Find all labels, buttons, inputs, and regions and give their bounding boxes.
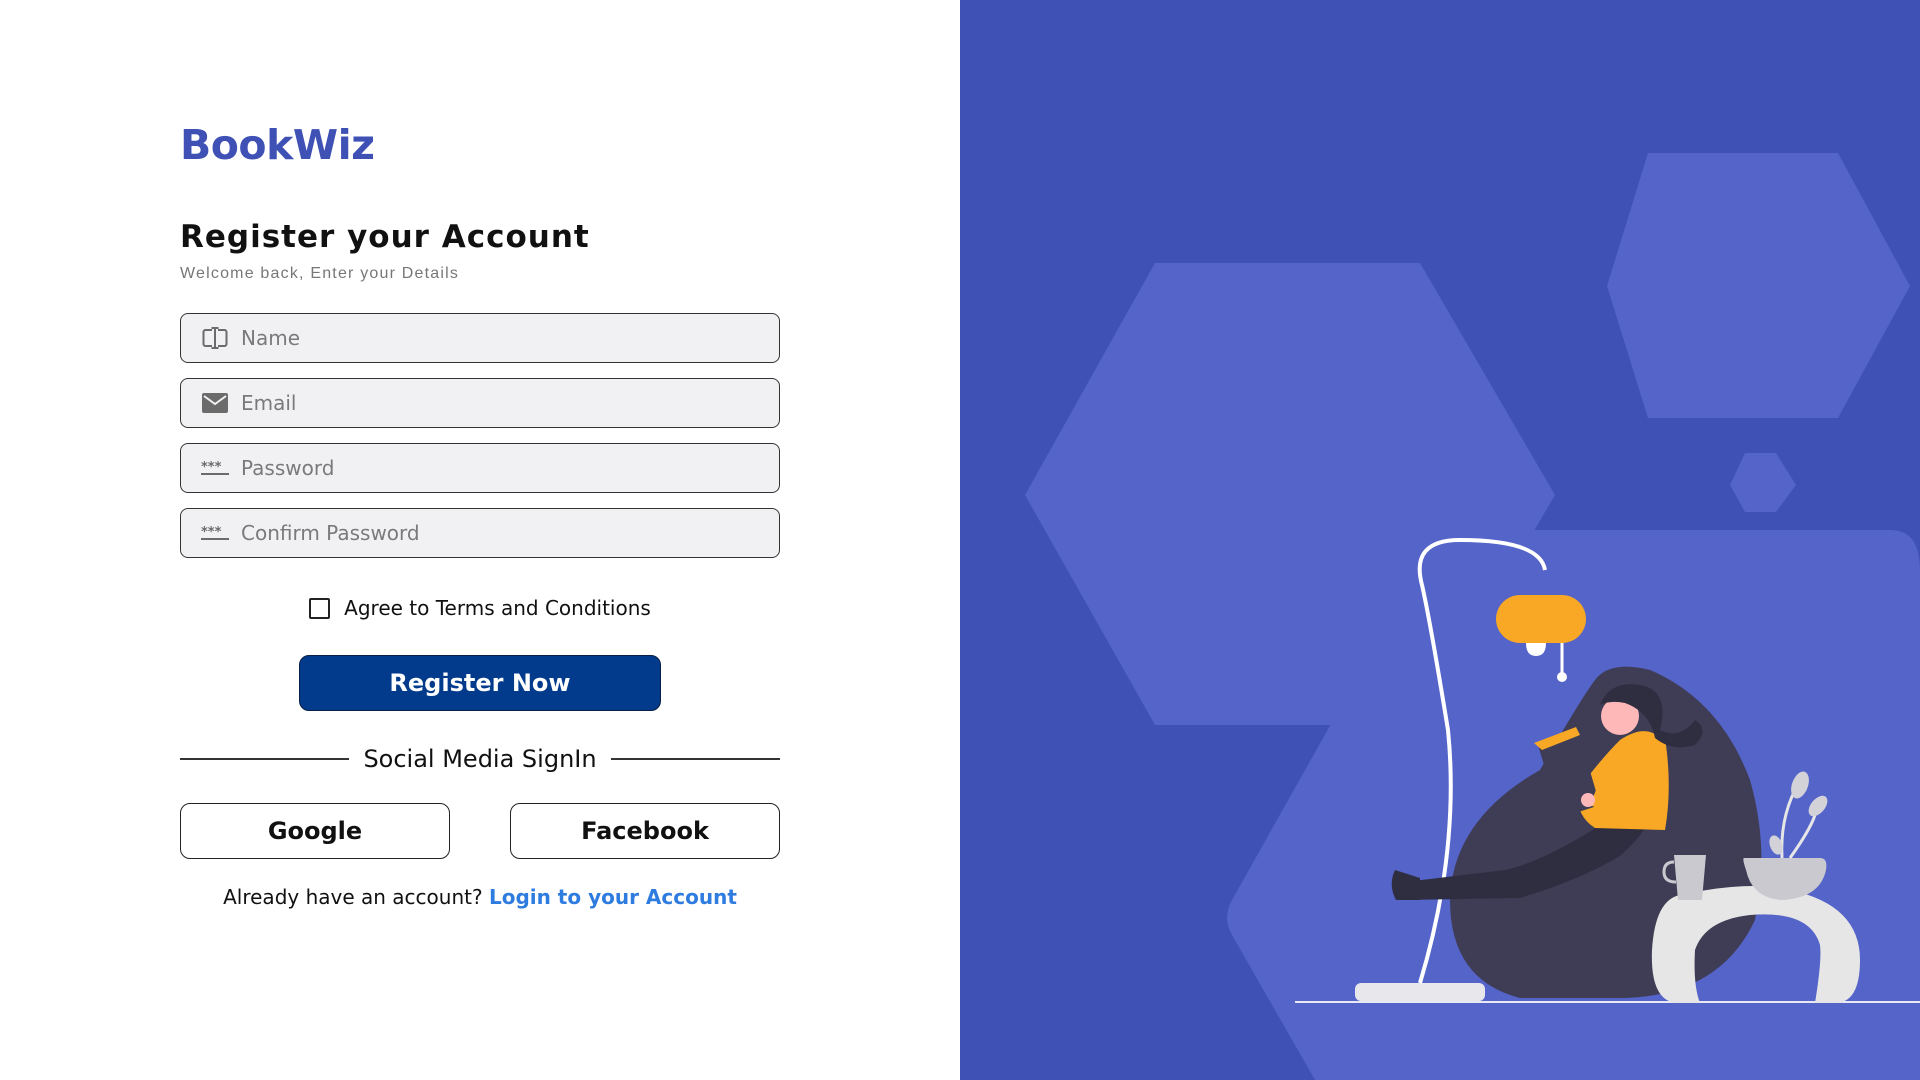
confirm-password-input[interactable] <box>229 509 779 557</box>
envelope-icon <box>201 389 229 417</box>
divider-line-left <box>180 758 350 760</box>
password-dots-icon: *** <box>201 454 229 482</box>
google-signin-button[interactable]: Google <box>180 803 450 859</box>
lamp-shade <box>1496 595 1586 643</box>
woman-reading-in-beanbag-illustration <box>1025 153 1920 1080</box>
confirm-password-field[interactable]: *** <box>180 508 780 558</box>
password-input[interactable] <box>229 444 779 492</box>
illustration-panel <box>960 0 1920 1080</box>
social-divider: Social Media SignIn <box>180 745 781 773</box>
lamp-chain-knob <box>1557 672 1567 682</box>
name-input[interactable] <box>229 314 779 362</box>
login-link[interactable]: Login to your Account <box>489 885 737 909</box>
social-divider-label: Social Media SignIn <box>363 745 597 773</box>
brand-logo[interactable]: BookWiz <box>180 125 780 166</box>
social-buttons: Google Facebook <box>180 803 780 859</box>
login-prompt: Already have an account? <box>223 885 483 909</box>
terms-label[interactable]: Agree to Terms and Conditions <box>344 596 651 620</box>
registration-panel: BookWiz Register your Account Welcome ba… <box>0 0 960 1080</box>
login-prompt-row: Already have an account? Login to your A… <box>180 885 780 909</box>
hexagon-shape <box>1607 153 1910 418</box>
mug <box>1674 855 1706 900</box>
registration-form: BookWiz Register your Account Welcome ba… <box>180 125 781 909</box>
svg-text:***: *** <box>201 525 222 540</box>
email-field[interactable] <box>180 378 780 428</box>
email-input[interactable] <box>229 379 779 427</box>
register-button[interactable]: Register Now <box>299 655 661 711</box>
password-field[interactable]: *** <box>180 443 780 493</box>
password-dots-icon: *** <box>201 519 229 547</box>
lamp-base <box>1355 983 1485 1001</box>
facebook-signin-button[interactable]: Facebook <box>510 803 780 859</box>
hexagon-shape <box>1730 453 1796 512</box>
page-title: Register your Account <box>180 219 590 255</box>
woman-hand <box>1581 793 1595 807</box>
svg-text:***: *** <box>201 460 222 475</box>
page-subtitle: Welcome back, Enter your Details <box>180 265 460 282</box>
divider-line-right <box>610 758 781 760</box>
text-cursor-icon <box>201 324 229 352</box>
name-field[interactable] <box>180 313 780 363</box>
terms-row: Agree to Terms and Conditions <box>180 596 780 620</box>
terms-checkbox[interactable] <box>309 597 331 619</box>
